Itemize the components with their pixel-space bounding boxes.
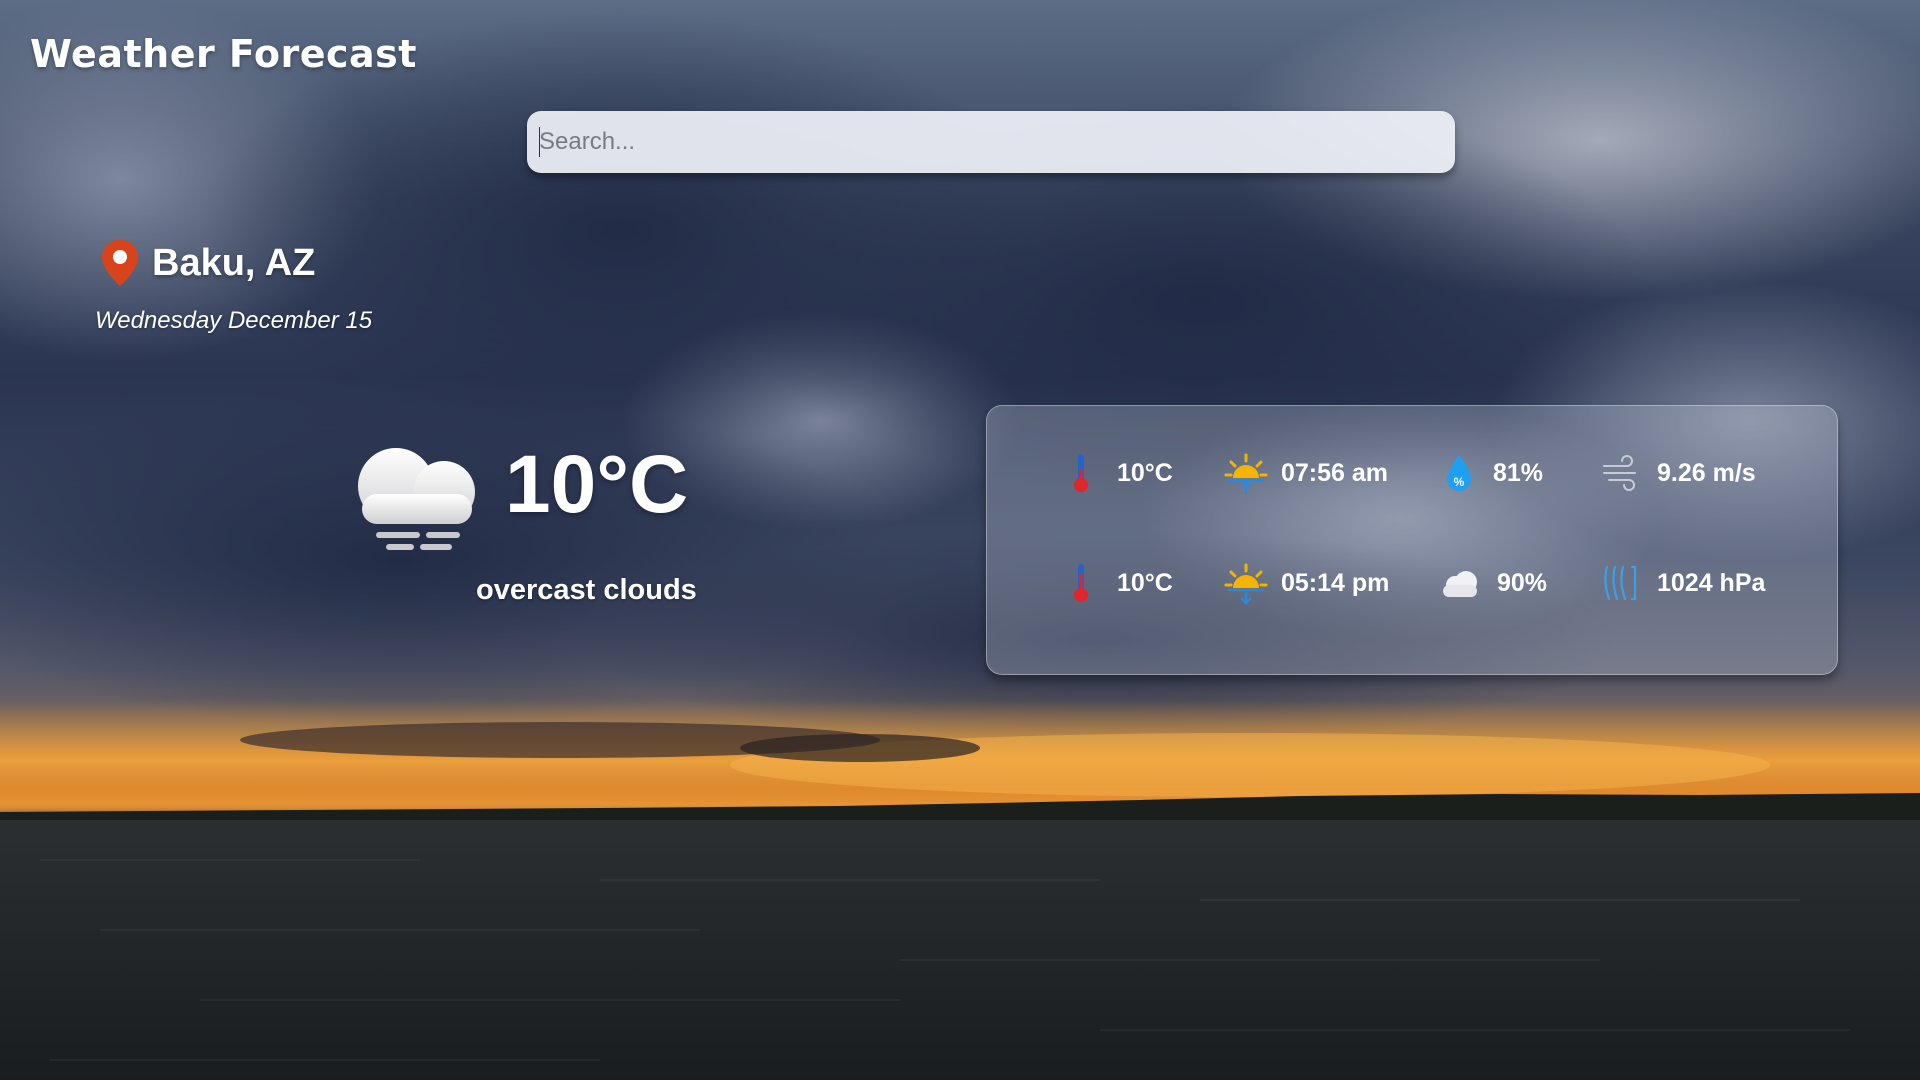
stat-pressure: 1024 hPa xyxy=(1601,560,1765,606)
weather-condition: overcast clouds xyxy=(476,574,697,606)
stat-value: 1024 hPa xyxy=(1657,568,1766,597)
svg-text:%: % xyxy=(1454,475,1465,489)
stat-sunset: 05:14 pm xyxy=(1223,560,1389,606)
stat-value: 07:56 am xyxy=(1281,458,1389,487)
sunset-icon xyxy=(1224,563,1268,605)
stat-sunrise: 07:56 am xyxy=(1223,450,1388,496)
search-bar[interactable] xyxy=(527,111,1455,173)
stat-value: 9.26 m/s xyxy=(1657,458,1756,487)
wind-icon xyxy=(1603,455,1636,491)
stat-value: 90% xyxy=(1497,568,1548,597)
cloud-icon xyxy=(1443,571,1477,597)
stat-cloudiness: 90% xyxy=(1439,560,1547,606)
stat-feels-like: 10°C xyxy=(1067,560,1173,606)
stat-value: 05:14 pm xyxy=(1281,568,1390,597)
map-pin-icon xyxy=(102,240,138,286)
stat-wind: 9.26 m/s xyxy=(1601,450,1756,496)
stat-value: 81% xyxy=(1493,458,1544,487)
app-title: Weather Forecast xyxy=(30,32,417,76)
text-caret xyxy=(539,127,540,157)
stat-value: 10°C xyxy=(1117,458,1173,487)
current-temperature: 10°C xyxy=(505,439,689,530)
location-header: Baku, AZ xyxy=(98,238,315,288)
humidity-drop-icon: % xyxy=(1447,455,1471,491)
cloud-fog-icon xyxy=(358,448,475,550)
thermometer-icon xyxy=(1074,564,1088,602)
app-background: Weather Forecast Baku, AZ Wednesday Dece… xyxy=(0,0,1920,1080)
stat-temperature: 10°C xyxy=(1067,450,1173,496)
thermometer-icon xyxy=(1074,454,1088,492)
current-date: Wednesday December 15 xyxy=(95,307,373,334)
search-input[interactable] xyxy=(527,111,1455,173)
stat-value: 10°C xyxy=(1117,568,1173,597)
sunrise-icon xyxy=(1224,453,1268,494)
stat-humidity: % 81% xyxy=(1443,450,1543,496)
city-name: Baku, AZ xyxy=(152,241,316,284)
weather-details-panel: 10°C 07:56 am % 81% 9.26 m/s 10°C 05:14 … xyxy=(986,405,1838,675)
pressure-icon xyxy=(1604,565,1637,601)
